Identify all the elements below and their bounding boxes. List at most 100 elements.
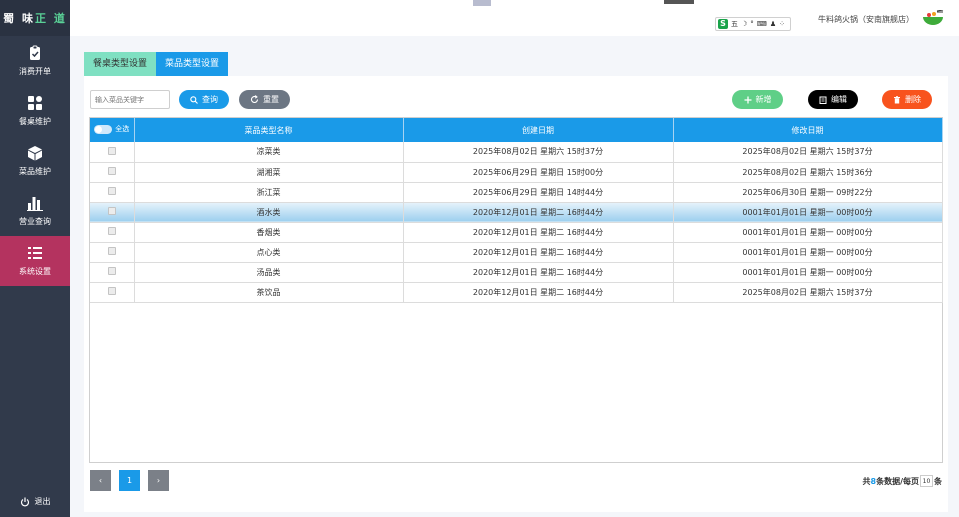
reset-label: 重置: [263, 95, 279, 104]
cell-modified: 2025年08月02日 星期六 15时37分: [673, 142, 943, 163]
table-row[interactable]: 点心类 2020年12月01日 星期二 16时44分 0001年01月01日 星…: [90, 242, 943, 263]
checkbox[interactable]: [107, 267, 116, 275]
refresh-icon: [251, 95, 259, 104]
keyboard-icon: ⌨: [756, 20, 767, 28]
table-row[interactable]: 浙江菜 2025年06月29日 星期日 14时44分 2025年06月30日 星…: [90, 182, 943, 203]
data-table: 全选 菜品类型名称 创建日期 修改日期 凉菜类 2025年08月02日 星期六 …: [89, 117, 943, 463]
ime-logo-icon: S: [718, 19, 728, 29]
column-header-created[interactable]: 创建日期: [403, 118, 674, 142]
add-label: 新增: [755, 95, 772, 104]
search-input[interactable]: [90, 90, 170, 109]
checkbox[interactable]: [107, 167, 116, 175]
pager: ‹ 1 ›: [90, 470, 177, 491]
table-row[interactable]: 汤品类 2020年12月01日 星期二 16时44分 0001年01月01日 星…: [90, 262, 943, 283]
sidebar-item-settings[interactable]: 系统设置: [0, 236, 70, 286]
select-all-toggle[interactable]: 全选: [94, 124, 129, 134]
row-checkbox[interactable]: [90, 282, 135, 303]
column-header-name[interactable]: 菜品类型名称: [134, 118, 404, 142]
table-row[interactable]: 湖湘菜 2025年06月29日 星期日 15时00分 2025年08月02日 星…: [90, 162, 943, 183]
cell-created: 2020年12月01日 星期二 16时44分: [403, 242, 674, 263]
cell-created: 2020年12月01日 星期二 16时44分: [403, 282, 674, 303]
sidebar-item-label: 餐桌维护: [19, 117, 51, 126]
main-panel: 餐桌类型设置 菜品类型设置 查询 重置 新增 编辑 删除: [84, 52, 948, 512]
cell-created: 2025年08月02日 星期六 15时37分: [403, 142, 674, 163]
apps-icon: ⁘: [779, 20, 786, 28]
cell-modified: 2025年08月02日 星期六 15时36分: [673, 162, 943, 183]
cell-name: 汤品类: [134, 262, 404, 283]
cell-modified: 2025年06月30日 星期一 09时22分: [673, 182, 943, 203]
cell-name: 点心类: [134, 242, 404, 263]
ime-toolbar[interactable]: S 五 ☽ ° ⌨ ♟ ⁘: [715, 17, 792, 31]
sidebar-item-label: 系统设置: [19, 267, 51, 276]
table-row[interactable]: 茶饮品 2020年12月01日 星期二 16时44分 2025年08月02日 星…: [90, 282, 943, 303]
checkbox[interactable]: [107, 287, 116, 295]
page-size-input[interactable]: 10: [920, 475, 933, 487]
cell-modified: 2025年08月02日 星期六 15时37分: [673, 282, 943, 303]
logout-label: 退出: [34, 497, 51, 506]
checkbox[interactable]: [107, 227, 116, 235]
checkbox[interactable]: [107, 146, 116, 155]
store-name: 牛料鸽火锅（安南旗舰店）: [818, 15, 914, 24]
cell-modified: 0001年01月01日 星期一 00时00分: [673, 242, 943, 263]
checkbox[interactable]: [107, 247, 116, 255]
delete-button[interactable]: 删除: [882, 90, 932, 109]
table-row[interactable]: 香烟类 2020年12月01日 星期二 16时44分 0001年01月01日 星…: [90, 222, 943, 243]
toolbar: 查询 重置 新增 编辑 删除: [90, 89, 936, 111]
cell-created: 2025年06月29日 星期日 14时44分: [403, 182, 674, 203]
moon-icon: ☽: [741, 20, 748, 28]
table-row-selected[interactable]: 酒水类 2020年12月01日 星期二 16时44分 0001年01月01日 星…: [90, 202, 943, 223]
footer-summary: 共 8 条数据/每页 10 条: [863, 475, 942, 487]
checkbox[interactable]: [107, 187, 116, 195]
next-page-button[interactable]: ›: [148, 470, 169, 491]
row-checkbox[interactable]: [90, 262, 135, 283]
user-icon: ♟: [769, 20, 777, 28]
tab-table-type-settings[interactable]: 餐桌类型设置: [84, 52, 157, 76]
add-button[interactable]: 新增: [732, 90, 783, 109]
query-button[interactable]: 查询: [179, 90, 229, 109]
row-checkbox[interactable]: [90, 182, 135, 203]
row-checkbox[interactable]: [90, 142, 135, 163]
sidebar-item-reports[interactable]: 营业查询: [0, 186, 70, 236]
summary-mid: 条数据/每页: [876, 476, 919, 486]
checkbox[interactable]: [107, 207, 116, 215]
row-checkbox[interactable]: [90, 162, 135, 183]
cell-created: 2020年12月01日 星期二 16时44分: [403, 222, 674, 243]
cell-modified: 0001年01月01日 星期一 00时00分: [673, 262, 943, 283]
list-settings-icon: [28, 247, 42, 259]
punctuation-icon: °: [750, 20, 754, 28]
cell-created: 2020年12月01日 星期二 16时44分: [403, 262, 674, 283]
row-checkbox[interactable]: [90, 222, 135, 243]
trash-icon: [894, 95, 900, 103]
toggle-switch[interactable]: [94, 124, 113, 134]
brand-logo: 蜀 味 正 道: [0, 0, 70, 36]
sidebar-item-dishes[interactable]: 菜品维护: [0, 136, 70, 186]
column-header-modified[interactable]: 修改日期: [673, 118, 943, 142]
row-checkbox[interactable]: [90, 202, 135, 223]
top-window-fragment: [473, 0, 491, 6]
tab-bar: 餐桌类型设置 菜品类型设置: [84, 52, 948, 76]
cell-created: 2020年12月01日 星期二 16时44分: [403, 202, 674, 223]
power-icon: [20, 497, 29, 506]
top-header: S 五 ☽ ° ⌨ ♟ ⁘ 牛料鸽火锅（安南旗舰店）: [70, 0, 959, 36]
row-checkbox[interactable]: [90, 242, 135, 263]
cell-name: 湖湘菜: [134, 162, 404, 183]
table-row[interactable]: 凉菜类 2025年08月02日 星期六 15时37分 2025年08月02日 星…: [90, 142, 943, 163]
select-all-label: 全选: [115, 125, 130, 134]
cell-name: 酒水类: [134, 202, 404, 223]
summary-suffix: 条: [934, 476, 942, 486]
table-header-row: 全选 菜品类型名称 创建日期 修改日期: [90, 118, 943, 142]
clipboard-icon: [30, 45, 40, 60]
top-window-fragment: [664, 0, 694, 4]
sidebar-item-tables[interactable]: 餐桌维护: [0, 86, 70, 136]
logout-button[interactable]: 退出: [0, 496, 70, 507]
edit-label: 编辑: [831, 95, 847, 104]
sidebar-item-order[interactable]: 消费开单: [0, 36, 70, 86]
page-number-button[interactable]: 1: [119, 470, 140, 491]
reset-button[interactable]: 重置: [239, 90, 290, 109]
tab-dish-type-settings[interactable]: 菜品类型设置: [156, 52, 229, 76]
select-all-header[interactable]: 全选: [90, 118, 135, 142]
grid-icon: [28, 96, 42, 110]
prev-page-button[interactable]: ‹: [90, 470, 111, 491]
edit-button[interactable]: 编辑: [808, 90, 858, 109]
edit-icon: [819, 96, 827, 104]
